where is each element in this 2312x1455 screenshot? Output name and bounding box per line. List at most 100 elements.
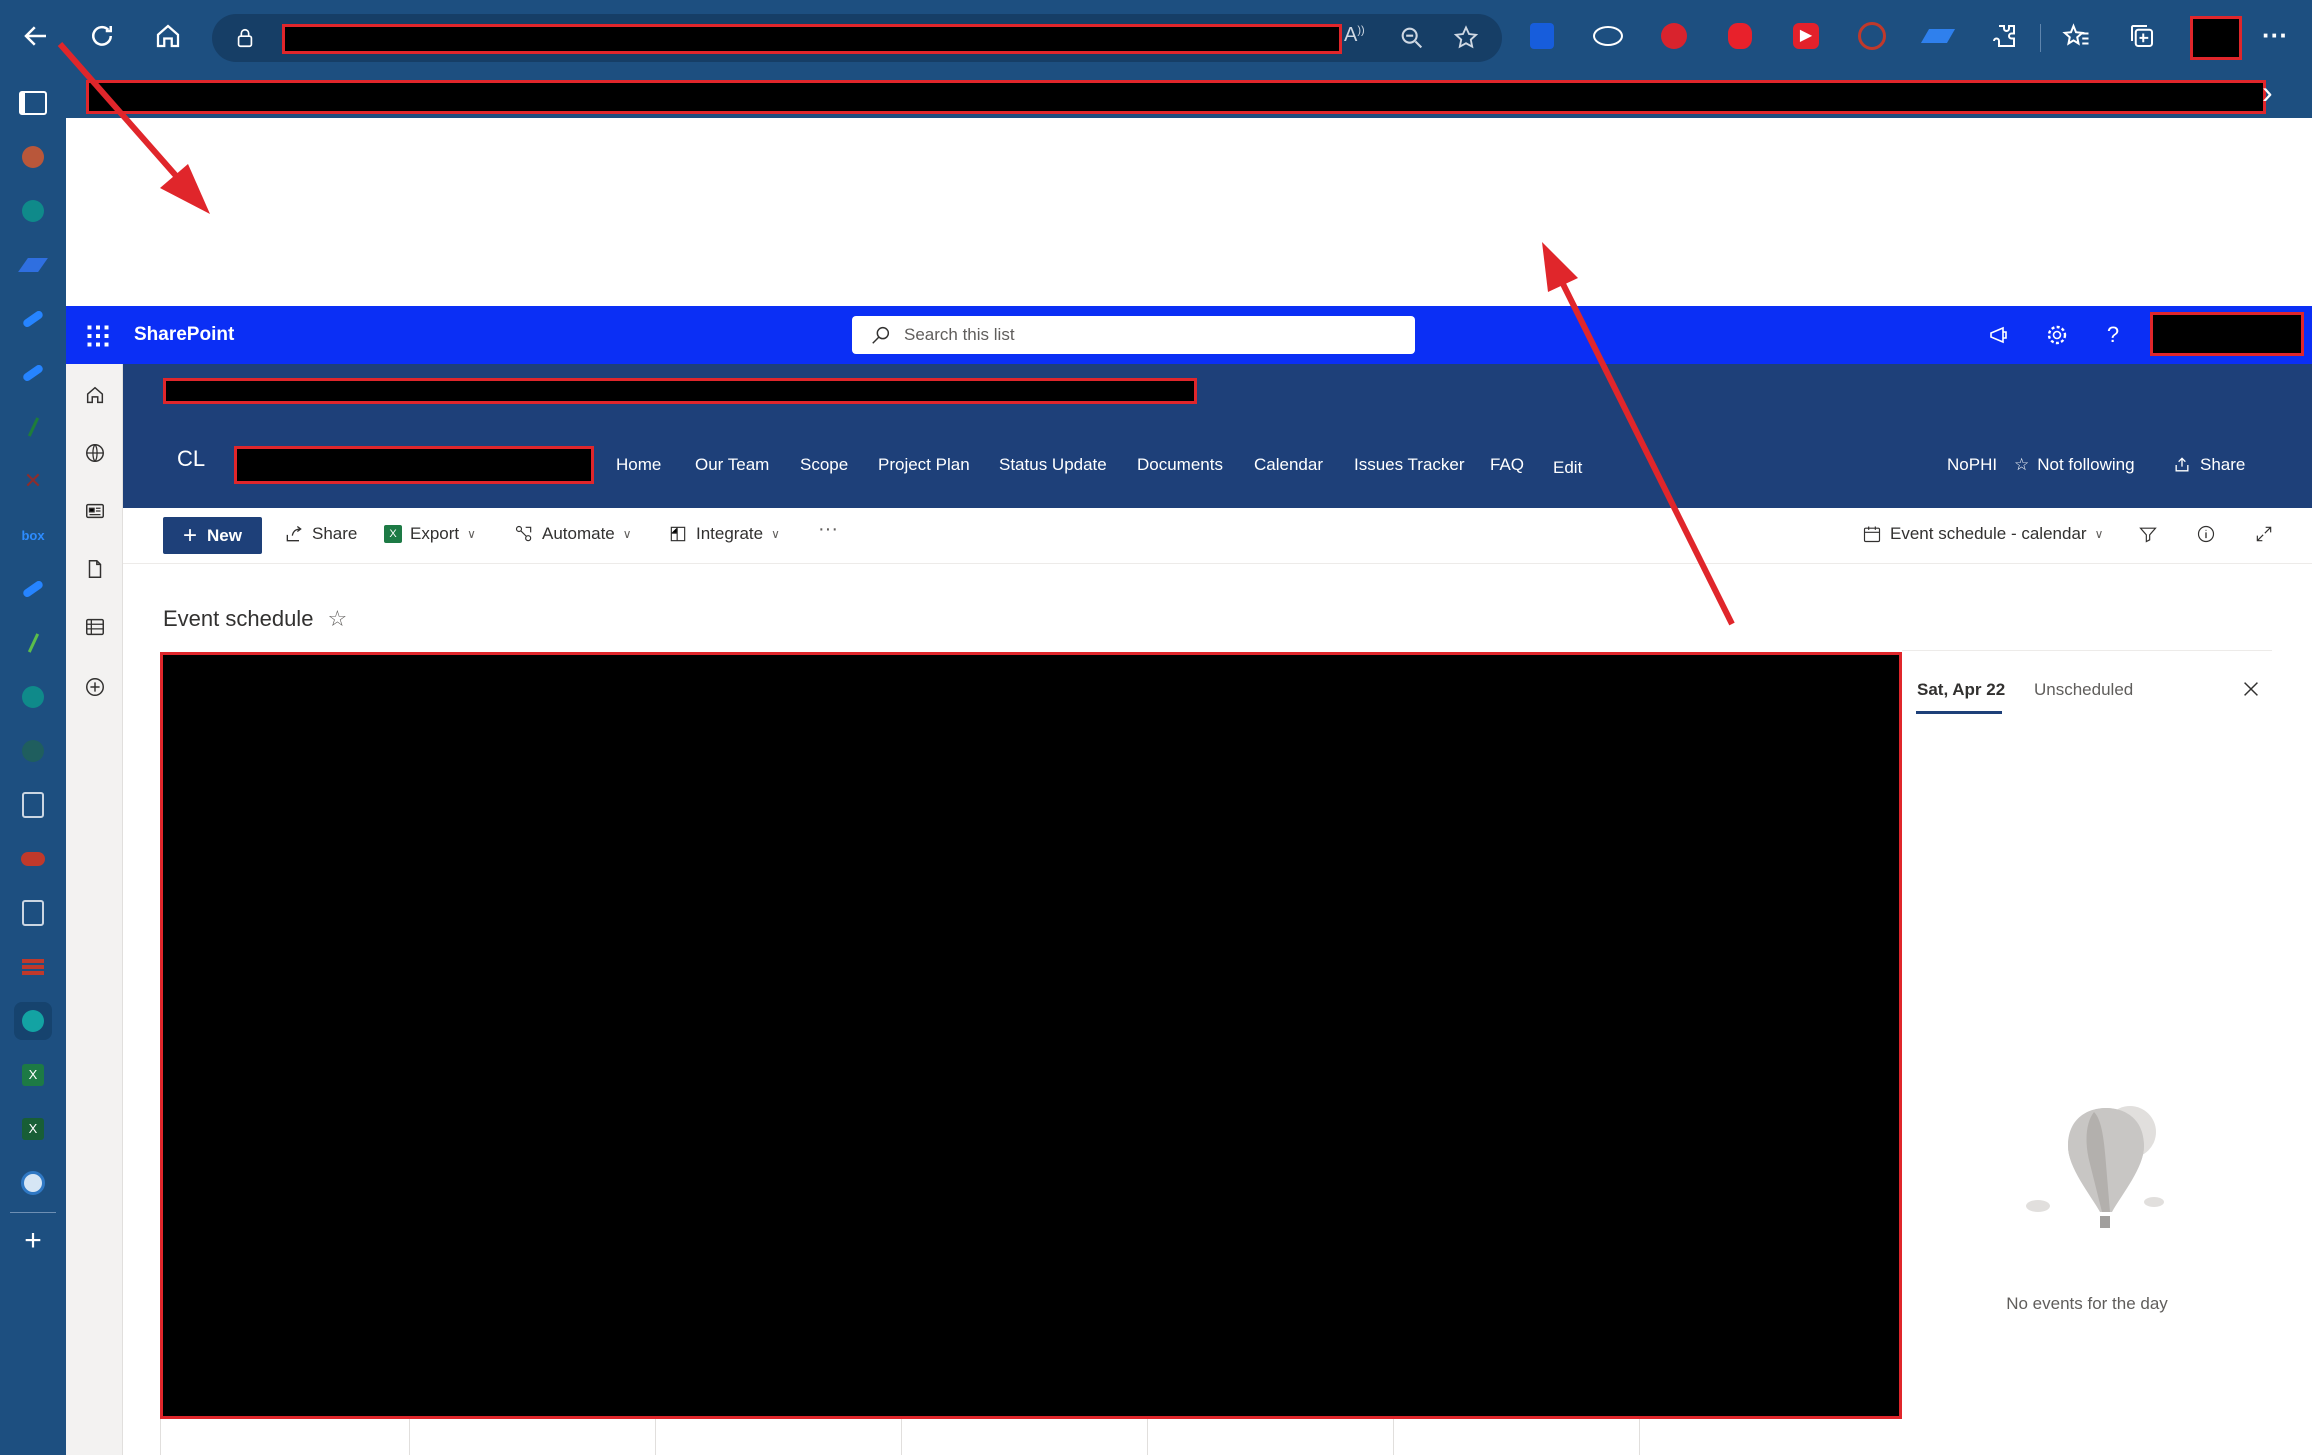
search-app-icon[interactable] [14,786,52,824]
account-redacted[interactable] [2150,312,2304,356]
hub-nav-redacted[interactable] [163,378,1197,404]
files-icon[interactable] [80,554,110,584]
x-icon[interactable]: ✕ [14,462,52,500]
sensitivity-label[interactable]: NoPHI [1947,455,1997,475]
add-icon[interactable]: + [14,1222,52,1260]
help-icon[interactable]: ? [2096,318,2130,352]
sidebar-divider [10,1212,56,1213]
zoom-icon[interactable] [1398,24,1428,54]
chevron-right-icon[interactable]: › [2262,74,2273,111]
more-commands-icon[interactable]: ··· [818,518,838,541]
nav-faq[interactable]: FAQ [1490,455,1524,475]
tab-selected-day[interactable]: Sat, Apr 22 [1917,680,2005,700]
power-automate-icon[interactable] [14,246,52,284]
site-initials-logo[interactable]: CL [177,446,205,472]
share-label: Share [312,524,358,543]
news-icon[interactable] [80,496,110,526]
red-app-icon[interactable] [14,840,52,878]
add-favorite-icon[interactable] [1452,24,1482,54]
stop-icon[interactable] [1650,12,1698,60]
arrow-extension-icon[interactable] [1914,12,1962,60]
nav-project-plan[interactable]: Project Plan [878,455,970,475]
excel-icon[interactable]: X [14,1056,52,1094]
announcement-icon[interactable] [1982,318,2016,352]
sharepoint-icon-2[interactable] [14,678,52,716]
settings-gear-icon[interactable] [2040,318,2074,352]
globe-app-icon[interactable] [14,1164,52,1202]
bricks-icon[interactable] [14,948,52,986]
chevron-down-icon: ∨ [771,527,780,541]
filter-icon[interactable] [2138,524,2158,544]
lists-icon[interactable] [80,612,110,642]
calendar-grid-redacted[interactable] [160,652,1902,1419]
tabs-icon[interactable] [14,84,52,122]
create-icon[interactable] [80,672,110,702]
calendar-grid-bottom [160,1419,1902,1455]
favorites-icon[interactable] [2052,12,2100,60]
grid-line [409,1419,410,1455]
favorites-redacted[interactable] [86,80,2266,114]
search-placeholder: Search this list [904,325,1015,344]
tab-unscheduled[interactable]: Unscheduled [2034,680,2133,700]
collections-icon[interactable] [2118,12,2166,60]
close-panel-icon[interactable] [2240,678,2264,702]
integrate-command[interactable]: Integrate ∨ [668,524,780,544]
read-aloud-icon[interactable]: A)) [1344,24,1374,54]
hand-icon[interactable] [1716,12,1764,60]
pen-icon-2[interactable] [14,624,52,662]
info-icon[interactable] [2196,524,2216,544]
site-share-button[interactable]: Share [2172,455,2245,475]
nav-documents[interactable]: Documents [1137,455,1223,475]
nav-edit[interactable]: Edit [1553,458,1582,478]
extension-eye-icon[interactable] [1584,12,1632,60]
nav-scope[interactable]: Scope [800,455,848,475]
export-command[interactable]: X Export ∨ [384,524,476,544]
sharepoint-icon[interactable] [14,192,52,230]
sharepoint-app-bar [66,364,123,1455]
app-launcher-icon[interactable] [84,322,112,350]
follow-label: Not following [2037,455,2135,474]
pen-icon[interactable] [14,408,52,446]
nav-status-update[interactable]: Status Update [999,455,1107,475]
lock-icon[interactable] [234,26,256,50]
back-icon[interactable] [12,12,60,60]
nav-our-team[interactable]: Our Team [695,455,769,475]
nav-issues-tracker[interactable]: Issues Tracker [1354,455,1465,475]
sharepoint-active-icon[interactable] [14,1002,52,1040]
puzzle-icon[interactable] [1980,12,2028,60]
bitwarden-icon[interactable] [1518,12,1566,60]
nav-home[interactable]: Home [616,455,661,475]
forward-icon[interactable]: ▶ [1782,12,1830,60]
follow-button[interactable]: ☆ Not following [2014,455,2135,475]
confluence-icon[interactable] [14,300,52,338]
new-label: New [207,525,242,545]
confluence-icon-2[interactable] [14,354,52,392]
nav-calendar[interactable]: Calendar [1254,455,1323,475]
sharepoint-brand[interactable]: SharePoint [134,320,234,350]
profile-avatar-redacted[interactable] [2190,16,2242,60]
more-menu-icon[interactable]: ··· [2262,20,2288,51]
grid-line [901,1419,902,1455]
list-title: Event schedule ☆ [163,606,347,632]
home-icon[interactable] [80,380,110,410]
box-icon[interactable]: box [14,516,52,554]
share-command[interactable]: Share [284,524,357,544]
view-switcher[interactable]: Event schedule - calendar ∨ [1862,524,2103,544]
url-field-redacted[interactable] [282,24,1342,54]
gear-app-icon[interactable] [14,732,52,770]
address-bar[interactable]: A)) [212,14,1502,62]
refresh-icon[interactable] [78,12,126,60]
new-button[interactable]: + New [163,517,262,554]
search-input[interactable]: Search this list [852,316,1415,354]
confluence-icon-3[interactable] [14,570,52,608]
excel-icon-2[interactable]: X [14,1110,52,1148]
app-icon[interactable] [14,138,52,176]
block-icon[interactable] [1848,12,1896,60]
automate-command[interactable]: Automate ∨ [514,524,632,544]
site-title-redacted[interactable] [234,446,594,484]
home-icon[interactable] [144,12,192,60]
globe-icon[interactable] [80,438,110,468]
fullscreen-icon[interactable] [2254,524,2274,544]
search-app-icon-2[interactable] [14,894,52,932]
favorite-star-icon[interactable]: ☆ [327,606,347,632]
